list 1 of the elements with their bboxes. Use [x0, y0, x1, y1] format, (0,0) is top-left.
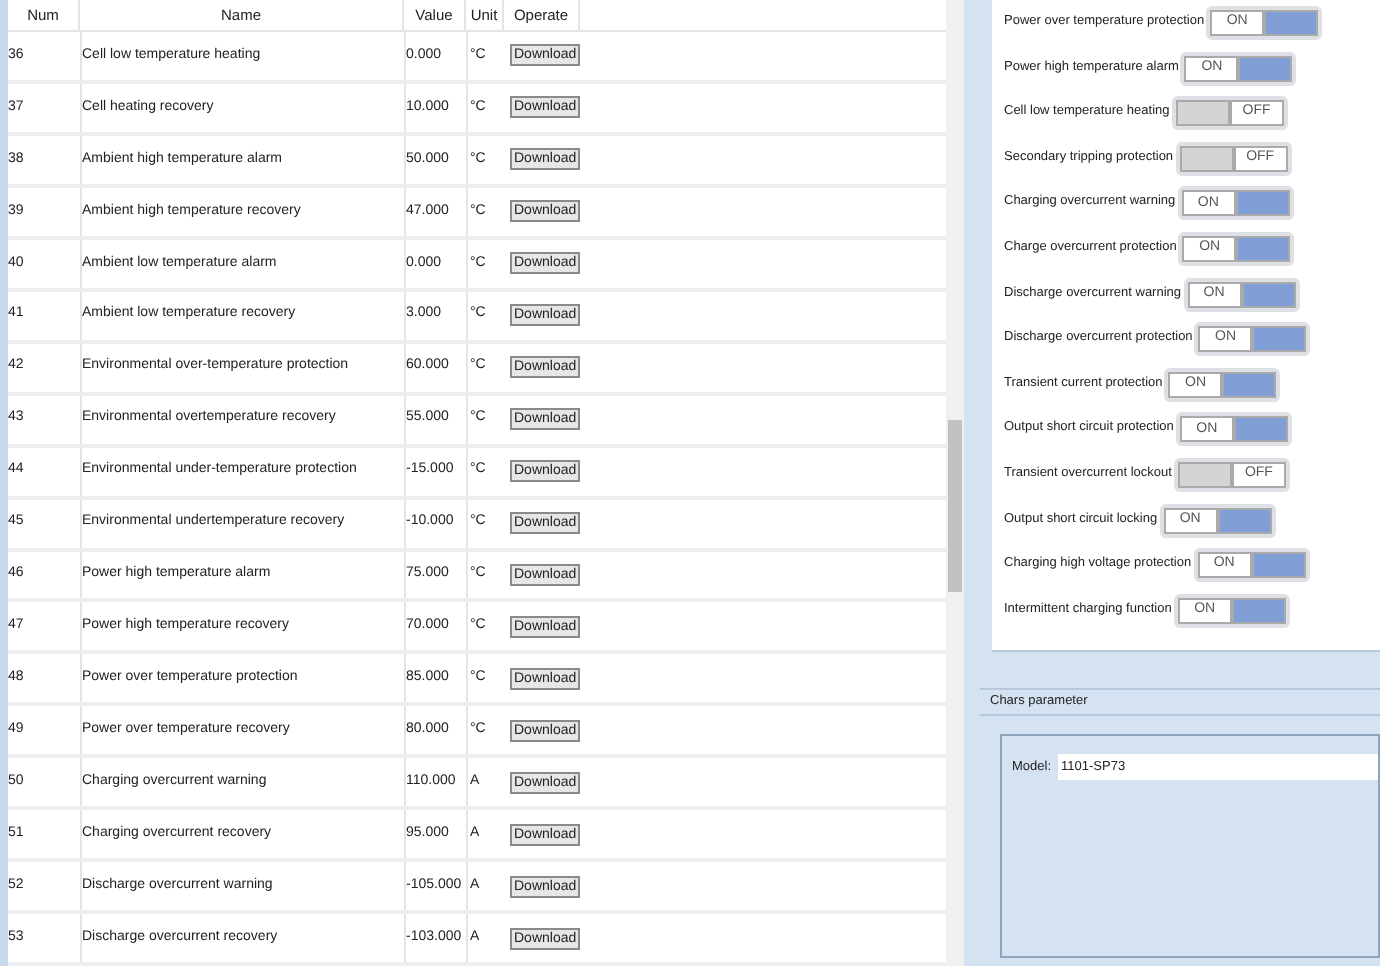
scrollbar[interactable] [946, 0, 964, 966]
